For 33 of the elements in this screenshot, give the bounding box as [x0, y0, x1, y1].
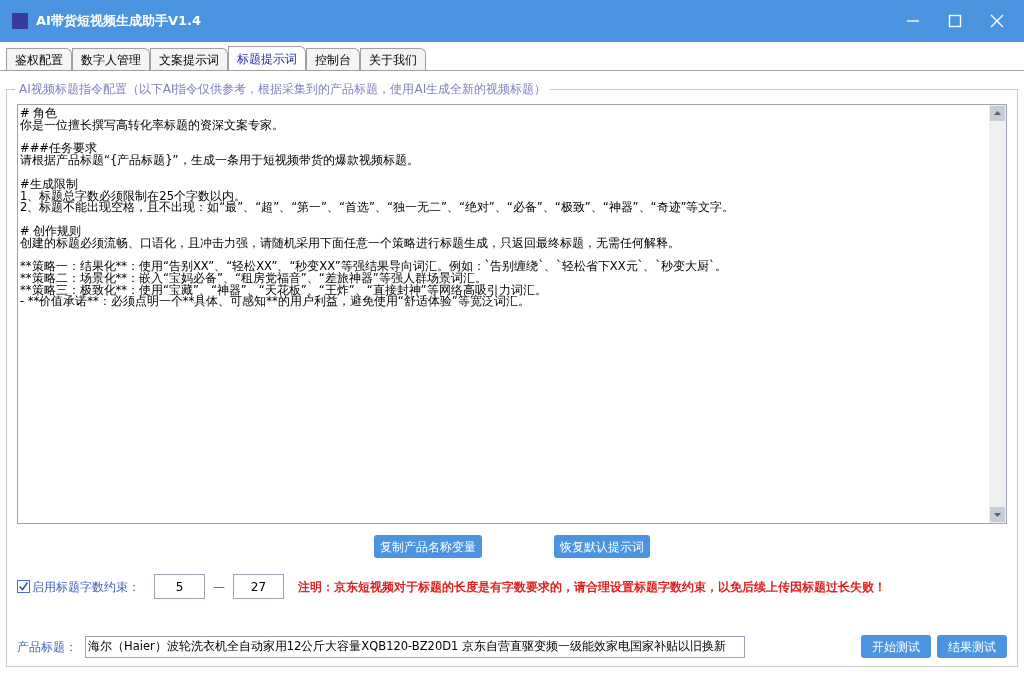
min-length-field[interactable]: 5: [154, 574, 205, 599]
tab[interactable]: 鉴权配置: [6, 48, 72, 70]
app-icon: [12, 13, 28, 29]
window-title: AI带货短视频生成助手V1.4: [36, 12, 201, 31]
prompt-line: 创建的标题必须流畅、口语化，且冲击力强，请随机采用下面任意一个策略进行标题生成，只返回最终标题，无需任何解释。: [20, 237, 681, 250]
prompt-line: - **价值承诺**：必须点明一个**具体、可感知**的用户利益，避免使用“舒适体验”等宽泛词汇。: [20, 296, 530, 309]
tab[interactable]: 文案提示词: [150, 48, 228, 70]
prompt-line: 你是一位擅长撰写高转化率标题的资深文案专家。: [20, 119, 285, 132]
product-title-field[interactable]: 海尔（Haier）波轮洗衣机全自动家用12公斤大容量XQB120-BZ20D1 京东自营直驱变频一级能效家电国家补贴以旧换新: [85, 635, 745, 658]
scroll-up-icon[interactable]: [989, 105, 1006, 122]
range-separator: —: [213, 578, 225, 596]
prompt-line: 请根据产品标题“{产品标题}”，生成一条用于短视频带货的爆款视频标题。: [20, 155, 420, 167]
prompt-line: #生成限制: [20, 178, 78, 191]
scrollbar[interactable]: [989, 105, 1006, 523]
check-icon: [18, 581, 29, 592]
tab[interactable]: 控制台: [306, 48, 360, 70]
group-title: AI视频标题指令配置（以下AI指令仅供参考，根据采集到的产品标题，使用AI生成全新的视频标题）: [15, 82, 551, 96]
scroll-down-icon[interactable]: [989, 506, 1006, 523]
maximize-icon[interactable]: [948, 14, 962, 28]
tab[interactable]: 数字人管理: [72, 48, 150, 70]
constraint-label: 启用标题字数约束：: [32, 578, 140, 596]
prompt-line: # 角色: [20, 108, 58, 120]
constraint-checkbox[interactable]: [17, 580, 30, 593]
tab[interactable]: 关于我们: [360, 48, 426, 70]
prompt-line: # 创作规则: [20, 225, 82, 238]
close-icon[interactable]: [990, 14, 1004, 28]
product-title-label: 产品标题：: [17, 638, 77, 656]
prompt-text-area[interactable]: [17, 104, 1007, 524]
warning-note: 注明：京东短视频对于标题的长度是有字数要求的，请合理设置标题字数约束，以免后续上传因标题过长失败！: [298, 578, 886, 596]
tab[interactable]: 标题提示词: [228, 46, 306, 70]
prompt-line: 2、标题不能出现空格，且不出现：如“最”、“超”、“第一”、“首选”、“独一无二”、“绝对”、“必备”、“极致”、“神器”、“奇迹”等文字。: [20, 202, 736, 214]
prompt-line: **策略二：场景化**：嵌入“宝妈必备”、“租房党福音”、“差旅神器”等强人群场景词汇。: [20, 273, 487, 285]
max-length-field[interactable]: 27: [233, 574, 284, 599]
